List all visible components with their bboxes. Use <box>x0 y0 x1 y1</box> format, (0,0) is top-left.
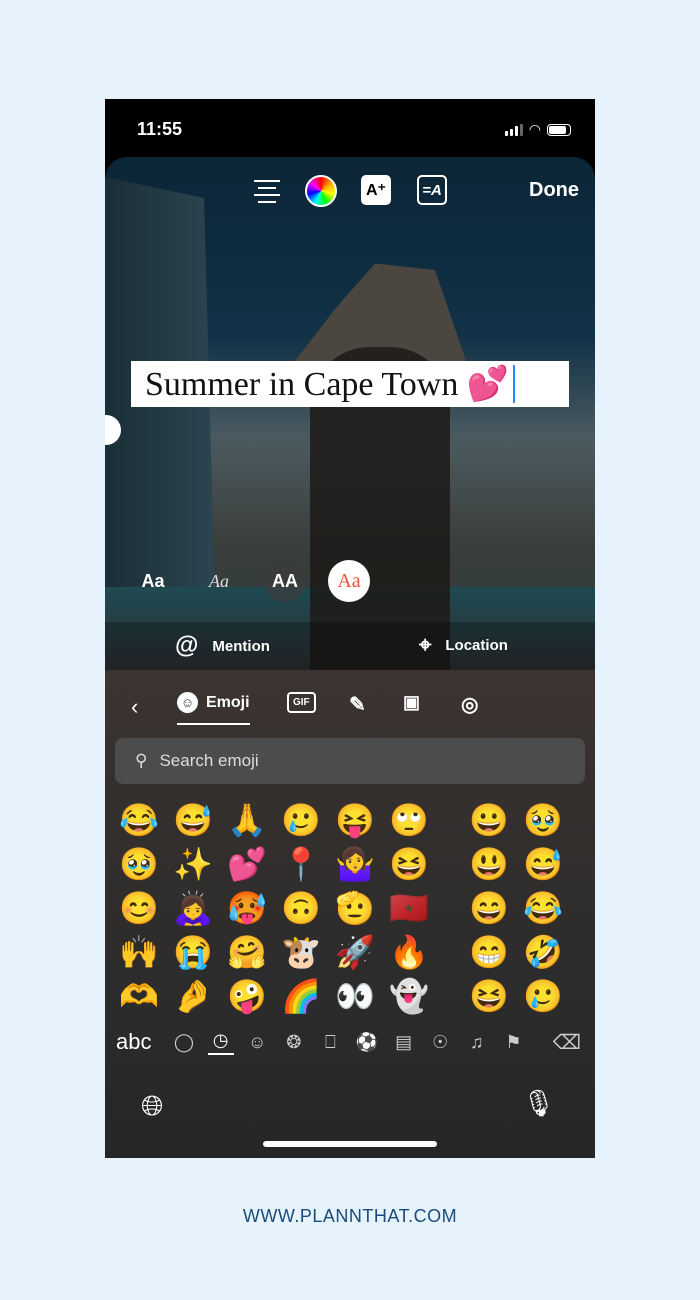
emoji-key[interactable]: 🤗 <box>225 930 269 974</box>
home-indicator[interactable] <box>263 1141 437 1147</box>
emoji-key[interactable]: 🤣 <box>521 930 565 974</box>
emoji-key[interactable]: 😆 <box>387 842 431 886</box>
tab-emoji-label: Emoji <box>206 693 250 711</box>
emoji-key[interactable]: 😆 <box>467 974 511 1018</box>
at-icon: @ <box>175 632 199 659</box>
emoji-key[interactable]: 👻 <box>387 974 431 1018</box>
location-button[interactable]: ⌖ Location <box>419 632 508 658</box>
emoji-key[interactable]: 😃 <box>467 842 511 886</box>
emoji-key[interactable]: 😭 <box>171 930 215 974</box>
font-option-classic[interactable]: Aa <box>132 560 174 602</box>
emoji-key[interactable]: ✨ <box>171 842 215 886</box>
microphone-icon[interactable]: 🎙︎ <box>522 1088 555 1119</box>
wifi-icon: ◠ <box>528 121 541 137</box>
smiley-icon[interactable]: ☺ <box>244 1032 270 1053</box>
emoji-key[interactable]: 🙇‍♀️ <box>171 886 215 930</box>
emoji-key[interactable]: 😅 <box>521 842 565 886</box>
search-icon: ⚲ <box>135 751 148 770</box>
status-time: 11:55 <box>137 119 183 139</box>
font-option-italic[interactable]: Aa <box>198 560 240 602</box>
emoji-key[interactable]: 😀 <box>467 798 511 842</box>
emoji-key[interactable]: 🤷‍♀️ <box>333 842 377 886</box>
emoji-key[interactable]: 🇲🇦 <box>387 886 431 930</box>
emoji-key[interactable]: 🤌 <box>171 974 215 1018</box>
clock-icon[interactable]: ◷ <box>207 1030 234 1055</box>
emoji-key[interactable]: 🙄 <box>387 798 431 842</box>
emoji-key[interactable]: 🫶 <box>117 974 161 1018</box>
symbols-icon[interactable]: ♫ <box>464 1032 490 1053</box>
flag-icon[interactable]: ⚑ <box>500 1032 526 1053</box>
emoji-key[interactable]: 😝 <box>333 798 377 842</box>
camera-icon[interactable]: ◎ <box>461 692 478 717</box>
tab-gif[interactable]: GIF <box>287 692 316 713</box>
keyboard-tabs: ‹ ☺ Emoji GIF ✎ ▣ ◎ <box>105 692 595 732</box>
font-selector: Aa Aa AA Aa <box>105 560 595 604</box>
gallery-icon[interactable]: ▣ <box>403 692 420 713</box>
back-chevron-icon[interactable]: ‹ <box>131 694 138 720</box>
text-toolbar: A⁺ =A Done <box>105 175 595 211</box>
search-emoji-input[interactable]: ⚲ Search emoji <box>115 738 585 784</box>
memoji-icon[interactable]: ◯ <box>171 1032 197 1053</box>
footer-url: WWW.PLANNTHAT.COM <box>242 1206 458 1226</box>
emoji-key[interactable]: 😅 <box>171 798 215 842</box>
emoji-key[interactable]: 🤪 <box>225 974 269 1018</box>
emoji-category-bar: abc ⌫ ◯ ◷ ☺ ❂ ⎕ ⚽ ▤ ☉ ♫ ⚑ <box>105 1022 595 1062</box>
travel-icon[interactable]: ▤ <box>391 1032 417 1053</box>
text-animate-icon[interactable]: =A <box>417 175 447 205</box>
emoji-key[interactable]: 😄 <box>467 886 511 930</box>
phone-screen: 11:55 ◠ A⁺ =A Done Summer in Cape Town 💕… <box>105 99 595 1158</box>
sticker-icon[interactable]: ✎ <box>349 692 366 717</box>
bulb-icon[interactable]: ☉ <box>427 1032 453 1053</box>
globe-icon[interactable]: 🌐︎ <box>141 1090 163 1123</box>
emoji-key[interactable]: 🥹 <box>521 798 565 842</box>
food-icon[interactable]: ⎕ <box>317 1032 343 1053</box>
done-button[interactable]: Done <box>529 179 579 202</box>
emoji-keyboard: ‹ ☺ Emoji GIF ✎ ▣ ◎ ⚲ Search emoji 😂 😅 🙏 🥲 😝… <box>105 670 595 1158</box>
battery-icon <box>547 123 571 136</box>
delete-backspace-icon[interactable]: ⌫ <box>553 1030 581 1055</box>
emoji-key[interactable]: 😁 <box>467 930 511 974</box>
smiley-icon: ☺ <box>177 692 198 713</box>
ball-icon[interactable]: ⚽ <box>354 1032 380 1053</box>
emoji-key[interactable]: 🐮 <box>279 930 323 974</box>
mention-button[interactable]: @ Mention <box>175 632 270 660</box>
emoji-key[interactable]: 🥲 <box>521 974 565 1018</box>
emoji-key[interactable]: 🔥 <box>387 930 431 974</box>
emoji-key[interactable]: 🥲 <box>279 798 323 842</box>
font-option-strong[interactable]: AA <box>264 560 306 602</box>
text-align-icon[interactable] <box>251 175 283 207</box>
emoji-key[interactable]: 🌈 <box>279 974 323 1018</box>
emoji-key[interactable]: 😂 <box>117 798 161 842</box>
emoji-grid: 😂 😅 🙏 🥲 😝 🙄 😀 🥹 🥹 ✨ 💕 📍 🤷‍♀️ 😆 😃 😅 😊 🙇‍♀️ 🥵 🙃 🫡 🇲🇦 😄 😂 🙌 😭 🤗 🐮 🚀 🔥 😁 🤣 🫶… <box>117 798 595 1018</box>
emoji-key[interactable]: 🥹 <box>117 842 161 886</box>
font-option-serif-selected[interactable]: Aa <box>328 560 370 602</box>
text-effect-icon[interactable]: A⁺ <box>361 175 391 205</box>
emoji-key[interactable]: 🙌 <box>117 930 161 974</box>
tab-emoji[interactable]: ☺ Emoji <box>177 692 250 725</box>
signal-icon <box>504 123 523 136</box>
emoji-key[interactable]: 🚀 <box>333 930 377 974</box>
emoji-key[interactable]: 🙃 <box>279 886 323 930</box>
quick-actions-bar: @ Mention ⌖ Location <box>105 622 595 670</box>
location-label: Location <box>445 636 508 654</box>
animal-icon[interactable]: ❂ <box>281 1032 307 1053</box>
emoji-key[interactable]: 💕 <box>225 842 269 886</box>
emoji-key[interactable]: 👀 <box>333 974 377 1018</box>
mention-label: Mention <box>212 637 270 655</box>
emoji-key[interactable]: 🫡 <box>333 886 377 930</box>
text-cursor <box>513 365 516 403</box>
emoji-key[interactable]: 🙏 <box>225 798 269 842</box>
story-photo: A⁺ =A Done Summer in Cape Town 💕 Aa Aa A… <box>105 157 595 670</box>
emoji-key[interactable]: 😂 <box>521 886 565 930</box>
search-placeholder: Search emoji <box>159 751 259 770</box>
abc-button[interactable]: abc <box>116 1029 151 1055</box>
emoji-key[interactable]: 📍 <box>279 842 323 886</box>
location-pin-icon: ⌖ <box>419 632 432 657</box>
caption-text-field[interactable]: Summer in Cape Town 💕 <box>131 361 569 407</box>
status-bar: 11:55 ◠ <box>105 99 595 157</box>
emoji-key[interactable]: 😊 <box>117 886 161 930</box>
color-picker-icon[interactable] <box>305 175 337 207</box>
caption-text: Summer in Cape Town 💕 <box>145 366 510 403</box>
emoji-key[interactable]: 🥵 <box>225 886 269 930</box>
